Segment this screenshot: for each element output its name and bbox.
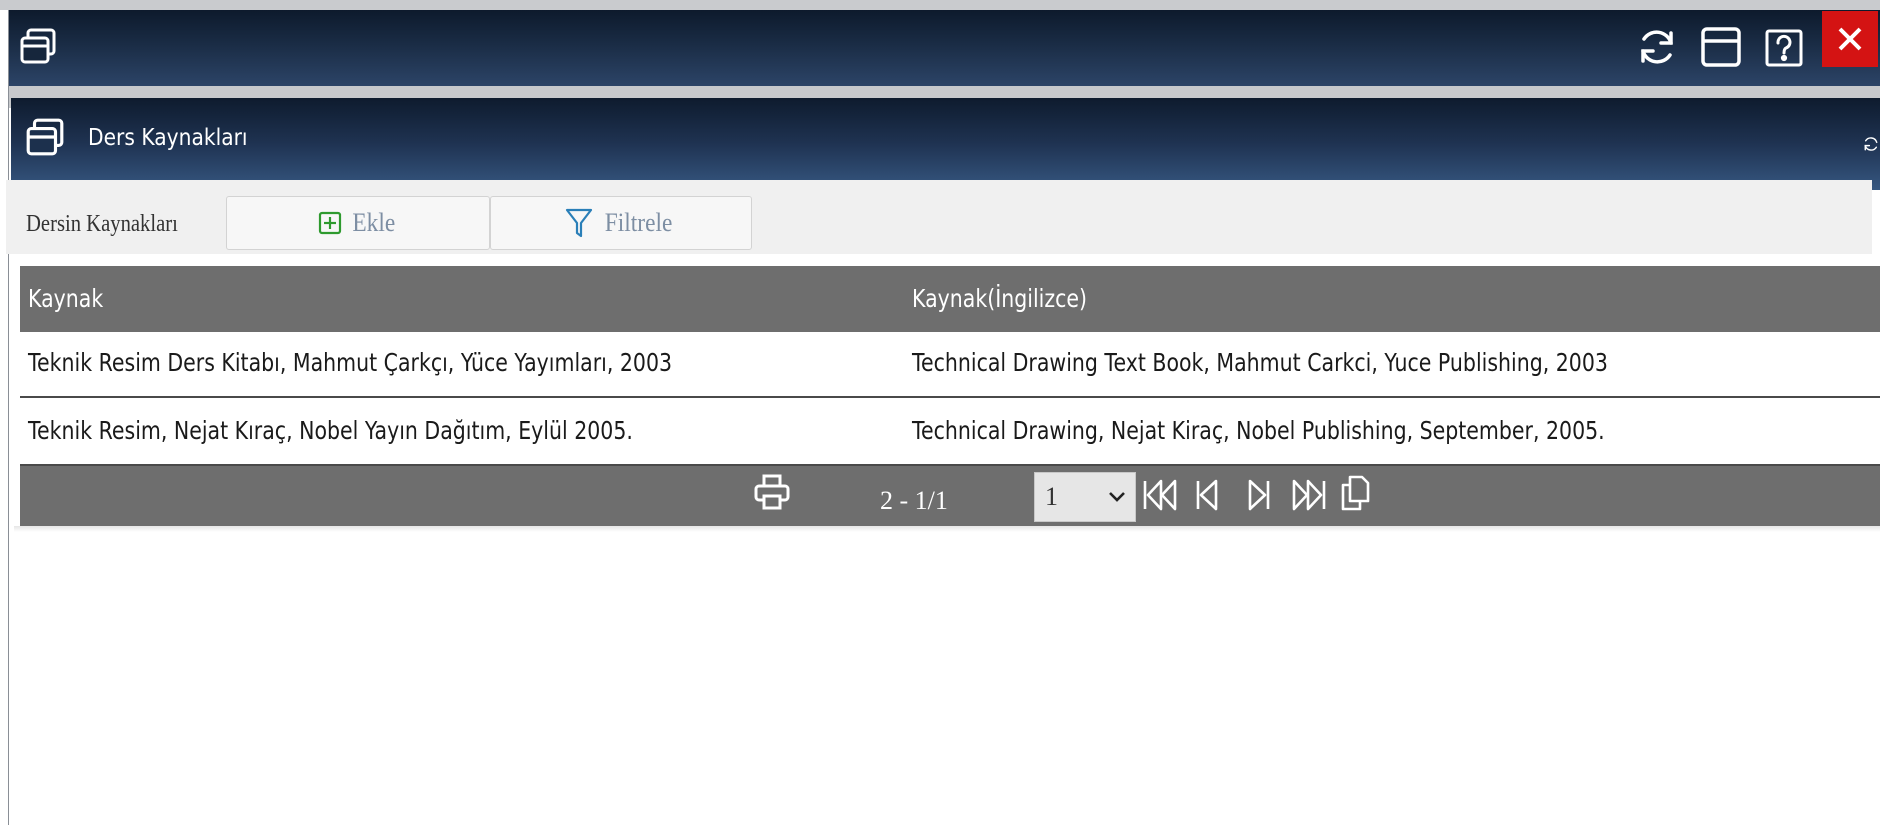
filter-button[interactable]: Filtrele [490,196,752,250]
refresh-icon[interactable] [1862,124,1880,164]
maximize-icon[interactable] [1698,24,1744,70]
first-page-icon[interactable] [1140,476,1180,514]
panel-title: Ders Kaynakları [88,125,248,151]
page-select[interactable]: 1 [1034,472,1136,522]
outer-titlebar [9,10,1880,86]
screen-top-strip [0,0,1880,10]
refresh-icon[interactable] [1634,24,1680,70]
table-cell: Technical Drawing, Nejat Kiraç, Nobel Pu… [912,416,1605,445]
help-icon[interactable] [1762,26,1806,70]
window-stack-icon[interactable] [22,114,68,160]
table-cell: Technical Drawing Text Book, Mahmut Cark… [912,348,1608,377]
printer-icon[interactable] [750,470,794,514]
prev-page-icon[interactable] [1190,476,1224,514]
close-icon [1838,27,1862,51]
window-stack-icon[interactable] [16,24,60,68]
column-header-kaynak-ingilizce[interactable]: Kaynak(İngilizce) [912,284,1087,314]
table-cell: Teknik Resim Ders Kitabı, Mahmut Çarkçı,… [28,348,673,377]
copy-icon[interactable] [1336,472,1374,514]
add-button-label: Ekle [352,208,396,237]
close-button[interactable] [1822,11,1878,67]
inner-titlebar [11,98,1880,190]
pager-bar [20,466,1880,526]
add-button[interactable]: Ekle [226,196,490,250]
table-header: Kaynak Kaynak(İngilizce) [20,266,1880,332]
next-page-icon[interactable] [1242,476,1276,514]
filter-button-label: Filtrele [605,208,673,237]
chevron-down-icon [1109,492,1125,502]
panel-shadow [14,526,1880,532]
last-page-icon[interactable] [1288,476,1330,514]
table-row[interactable]: Teknik Resim Ders Kitabı, Mahmut Çarkçı,… [20,332,1880,398]
pager-info: 2 - 1/1 [880,486,948,515]
column-header-kaynak[interactable]: Kaynak [28,284,103,314]
toolbar-label: Dersin Kaynakları [26,211,178,237]
plus-square-icon [319,211,342,235]
filter-icon [566,208,593,238]
table-row[interactable]: Teknik Resim, Nejat Kıraç, Nobel Yayın D… [20,400,1880,466]
table-cell: Teknik Resim, Nejat Kıraç, Nobel Yayın D… [28,416,633,445]
page-select-value: 1 [1045,482,1058,511]
